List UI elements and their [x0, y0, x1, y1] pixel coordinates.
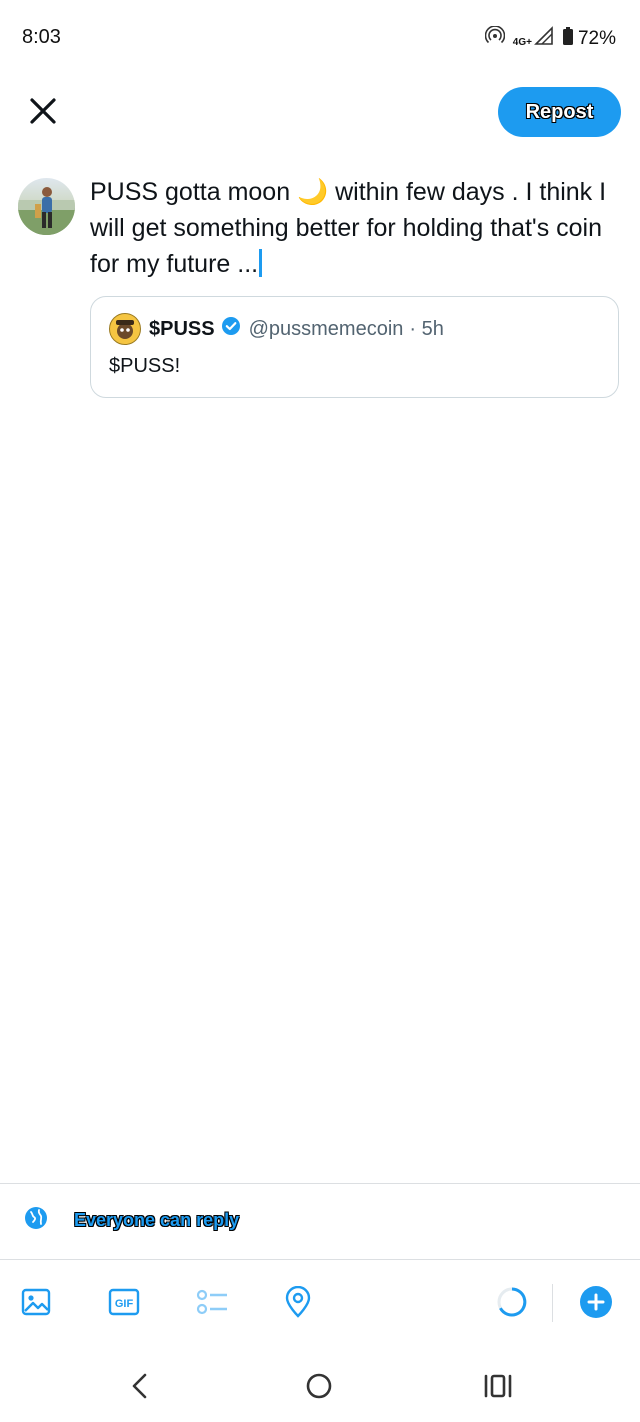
- verified-badge-icon: [221, 316, 241, 342]
- quote-text: $PUSS!: [109, 355, 181, 377]
- network-label: 4G+: [512, 36, 532, 48]
- signal-icon: [534, 26, 554, 52]
- home-button[interactable]: [299, 1366, 339, 1406]
- gif-icon: GIF: [108, 1288, 140, 1316]
- system-nav-bar: [0, 1346, 640, 1422]
- globe-icon: [24, 1206, 48, 1235]
- repost-button[interactable]: Repost: [498, 87, 621, 137]
- status-bar: 8:03 4G+ 72%: [0, 0, 640, 78]
- quoted-post-header: $PUSS @pussmemecoin · 5h: [109, 313, 444, 345]
- close-icon: [30, 98, 56, 124]
- compose-text: PUSS gotta moon 🌙 within few days . I th…: [90, 178, 614, 278]
- compose-input[interactable]: PUSS gotta moon 🌙 within few days . I th…: [90, 174, 630, 282]
- status-icons: 4G+ 72%: [484, 25, 616, 52]
- back-icon: [132, 1373, 147, 1399]
- image-icon: [21, 1288, 51, 1316]
- toolbar-separator: [552, 1284, 553, 1322]
- reply-setting-label: Everyone can reply: [74, 1210, 240, 1230]
- gif-label: GIF: [115, 1298, 134, 1310]
- close-button[interactable]: [26, 94, 60, 128]
- back-button[interactable]: [120, 1366, 160, 1406]
- avatar[interactable]: [18, 178, 75, 235]
- quote-timestamp: · 5h: [409, 317, 444, 340]
- home-icon: [306, 1373, 332, 1399]
- add-image-button[interactable]: [18, 1284, 54, 1320]
- recents-icon: [484, 1374, 512, 1398]
- battery-percent: 72%: [577, 28, 616, 49]
- quote-author-handle: @pussmemecoin: [248, 317, 404, 340]
- quote-author-name: $PUSS: [149, 317, 215, 340]
- battery-icon: [562, 26, 574, 52]
- quote-avatar: [109, 313, 141, 345]
- add-post-button[interactable]: [578, 1284, 614, 1320]
- divider-top: [0, 1183, 640, 1184]
- divider-bottom: [0, 1259, 640, 1260]
- poll-icon: [196, 1289, 227, 1315]
- add-location-button[interactable]: [280, 1284, 316, 1320]
- status-time: 8:03: [22, 26, 61, 48]
- hotspot-icon: [484, 25, 506, 52]
- add-poll-button[interactable]: [194, 1284, 230, 1320]
- char-counter-icon: [497, 1287, 527, 1317]
- location-icon: [285, 1286, 311, 1318]
- quoted-post[interactable]: $PUSS @pussmemecoin · 5h $PUSS!: [90, 296, 619, 398]
- add-post-icon: [580, 1286, 612, 1318]
- add-gif-button[interactable]: GIF: [106, 1284, 142, 1320]
- text-cursor: [259, 249, 263, 277]
- character-counter: [494, 1284, 530, 1320]
- recents-button[interactable]: [478, 1366, 518, 1406]
- reply-setting-button[interactable]: Everyone can reply: [24, 1206, 239, 1235]
